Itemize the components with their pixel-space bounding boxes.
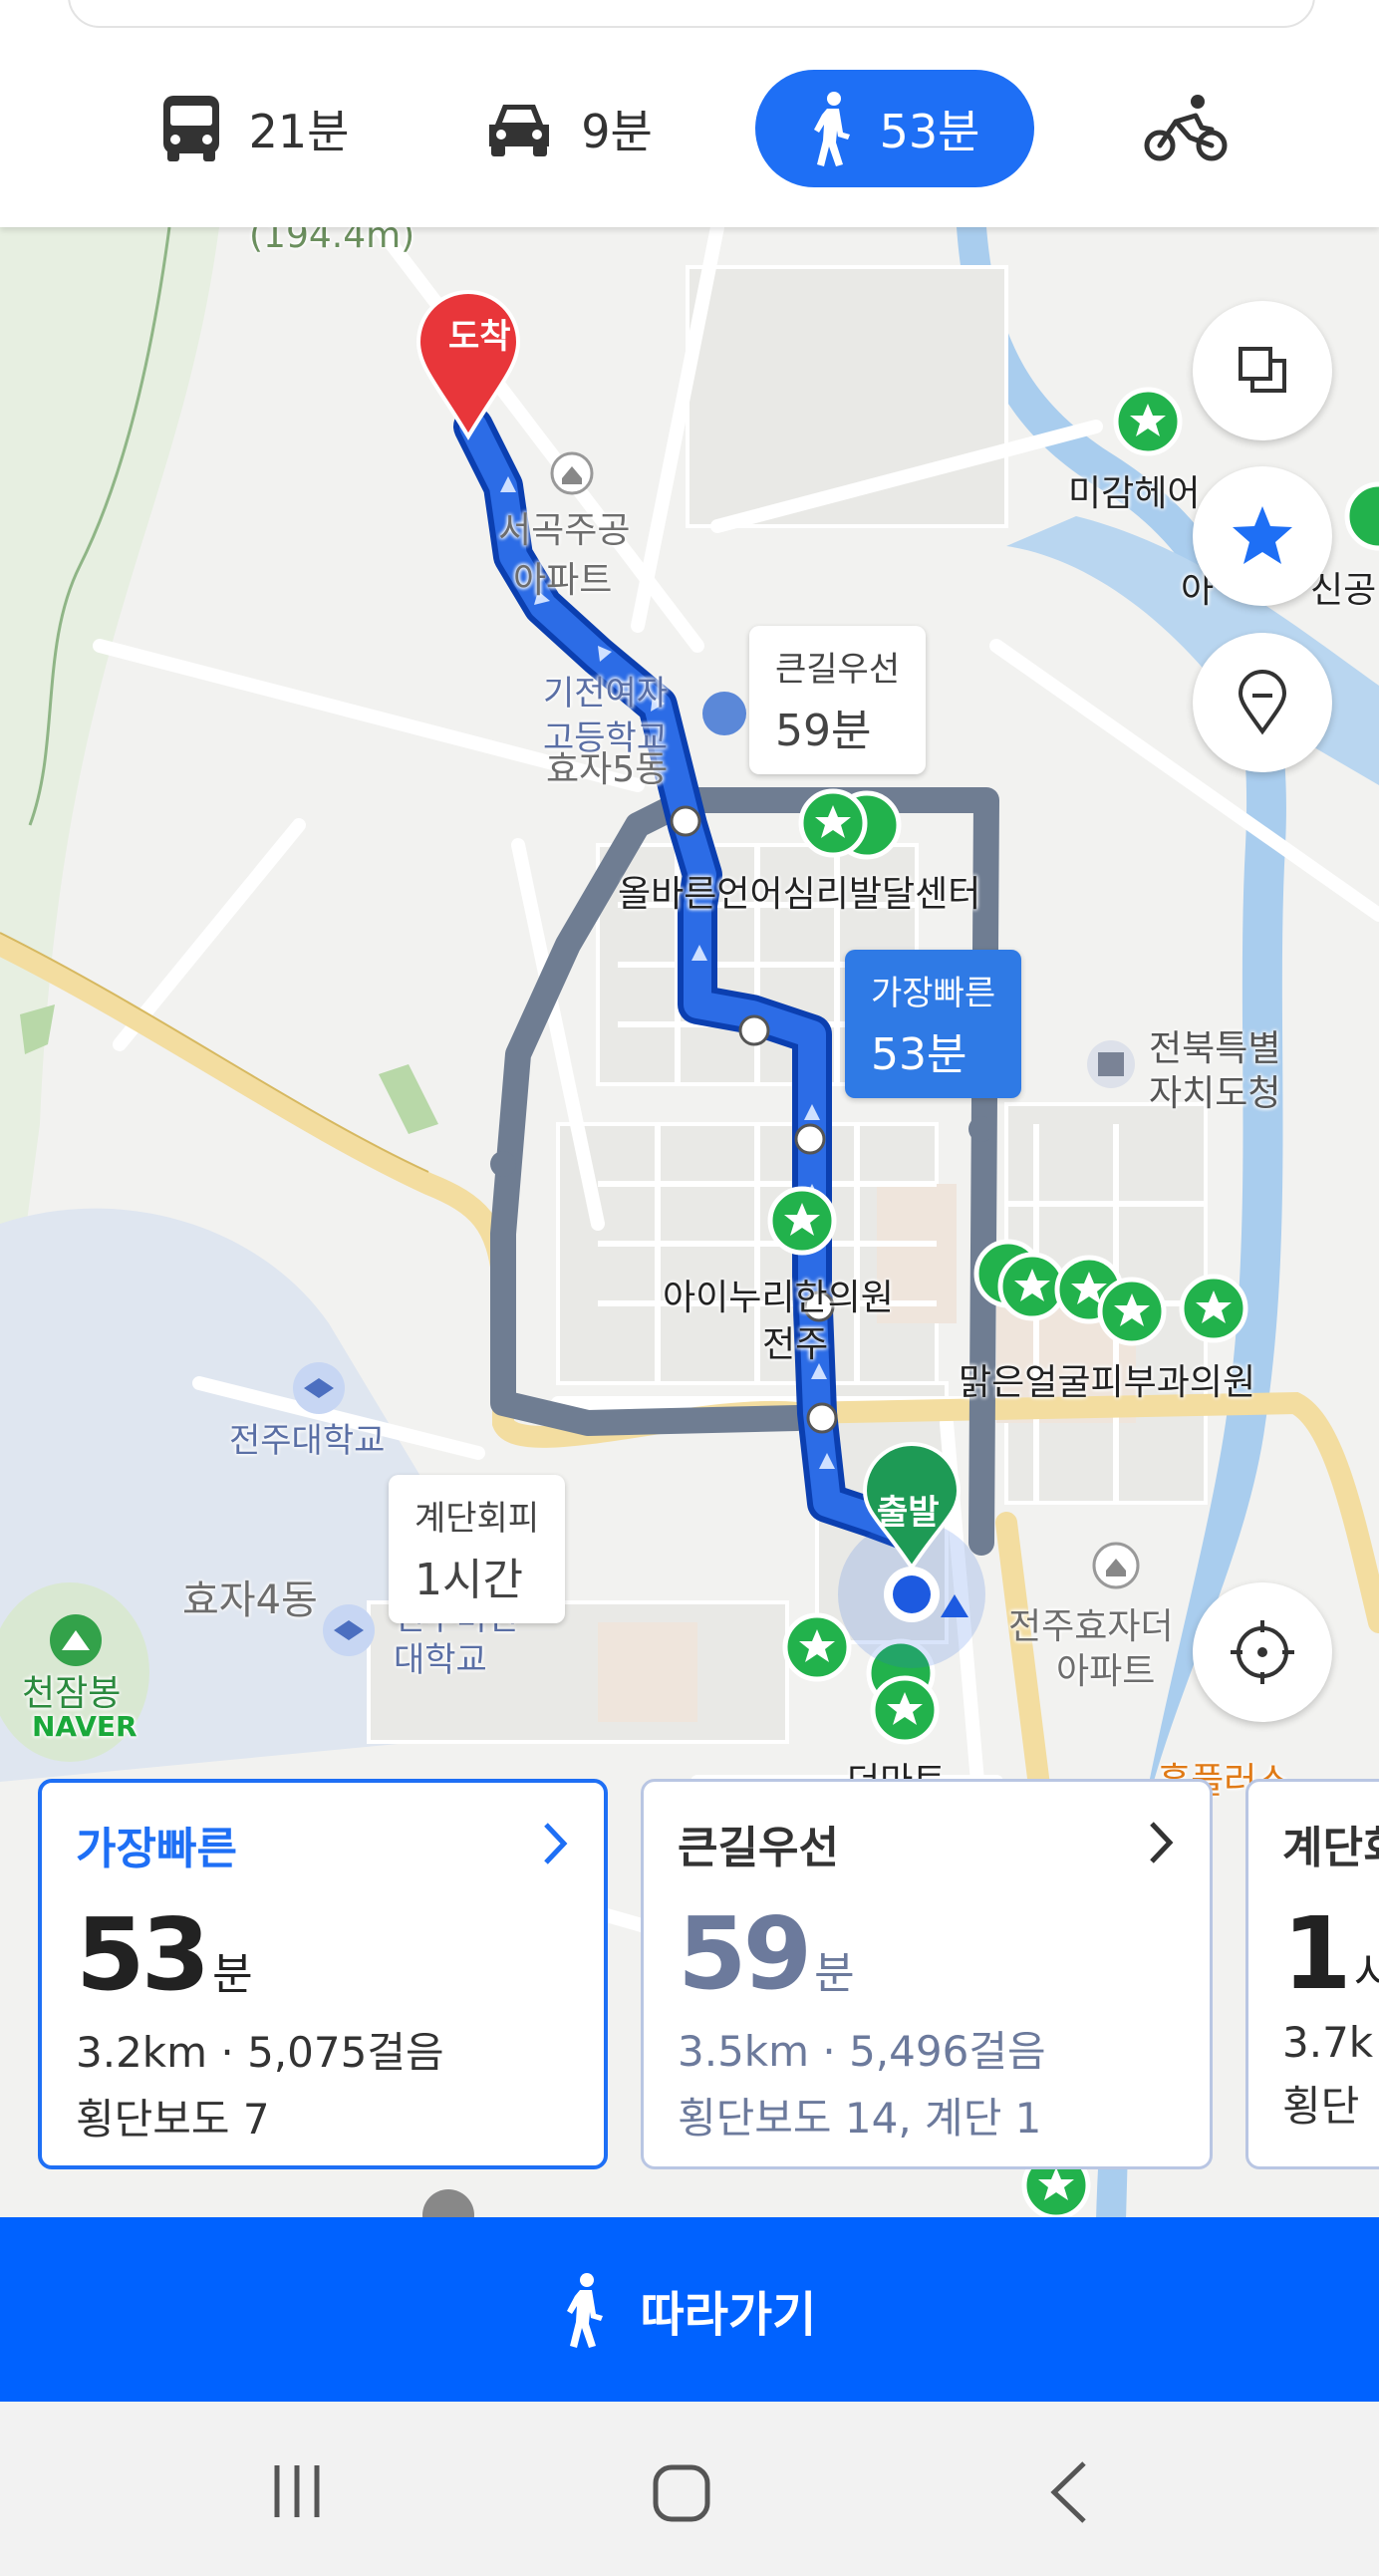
route-card-stairs-unit: 시 — [1354, 1948, 1379, 1999]
bubble-main-road-time: 59분 — [775, 706, 872, 756]
route-card-fastest-unit: 분 — [212, 1949, 253, 2000]
route-card-fastest-time: 53 — [76, 1896, 210, 2013]
place-school-label-1: 기전여자 — [543, 674, 669, 714]
route-card-fastest[interactable]: 가장빠른 53 분 3.2km · 5,075걸음 횡단보도 7 — [38, 1779, 608, 2169]
naver-logo: NAVER — [32, 1710, 138, 1743]
location-pin-button[interactable] — [1193, 633, 1332, 772]
star-icon — [1233, 506, 1292, 564]
start-pin-label: 출발 — [877, 1493, 940, 1533]
destination-pin-label: 도착 — [448, 317, 511, 357]
mode-walk-tab[interactable]: 53분 — [755, 70, 1034, 187]
chevron-right-icon — [1150, 1822, 1174, 1863]
walk-icon — [813, 92, 850, 166]
place-dong-hyoja5: 효자5동 — [546, 749, 669, 790]
route-card-main-road-time: 59 — [678, 1895, 812, 2012]
place-gov-label-2: 자치도청 — [1149, 1073, 1281, 1114]
mode-car-tab[interactable]: 9분 — [458, 70, 678, 187]
location-pin-icon — [1238, 670, 1287, 735]
mode-bus-label: 21분 — [248, 105, 350, 158]
home-icon[interactable] — [650, 2461, 713, 2525]
route-card-fastest-detail: 횡단보도 7 — [76, 2095, 270, 2144]
system-nav-bar — [0, 2402, 1379, 2576]
route-bubble-fastest[interactable]: 가장빠른 53분 — [845, 950, 1022, 1098]
route-card-stairs-label: 계단회 — [1282, 1823, 1379, 1873]
bicycle-icon — [1144, 95, 1228, 161]
walk-icon — [566, 2272, 603, 2348]
mode-bus-tab[interactable]: 21분 — [139, 70, 369, 187]
bubble-fastest-time: 53분 — [871, 1029, 967, 1080]
place-skin-clinic-label: 맑은얼굴피부과의원 — [959, 1362, 1256, 1403]
bubble-stairs-time: 1시간 — [414, 1555, 523, 1605]
bubble-fastest-title: 가장빠른 — [871, 974, 996, 1013]
route-bubble-main-road[interactable]: 큰길우선 59분 — [749, 626, 927, 774]
place-apt-label-1: 서곡주공 — [498, 510, 631, 551]
route-card-main-road[interactable]: 큰길우선 59 분 3.5km · 5,496걸음 횡단보도 14, 계단 1 — [641, 1779, 1213, 2169]
route-card-stairs-distance: 3.7k — [1282, 2018, 1374, 2067]
search-box-edge[interactable] — [68, 0, 1315, 28]
bubble-main-road-title: 큰길우선 — [775, 650, 901, 690]
bus-icon — [162, 96, 219, 161]
mode-bicycle-tab[interactable] — [1116, 70, 1255, 187]
layers-button[interactable] — [1193, 301, 1332, 440]
place-college-label-2: 대학교 — [394, 1640, 487, 1680]
place-univ-label: 전주대학교 — [229, 1421, 386, 1461]
elevation-label: (194.4m) — [249, 227, 415, 256]
back-icon[interactable] — [1046, 2459, 1090, 2525]
place-clinic-label-1: 아이누리한의원 — [663, 1278, 894, 1318]
transport-mode-bar: 21분 9분 53분 — [0, 0, 1379, 227]
route-card-stairs[interactable]: 계단회 1시 3.7k 횡단 — [1245, 1779, 1379, 2169]
route-card-stairs-time: 1 — [1282, 1895, 1352, 2012]
follow-button[interactable]: 따라가기 — [0, 2217, 1379, 2402]
route-card-fastest-label: 가장빠른 — [76, 1824, 237, 1874]
place-mountain-label: 천잠봉 — [22, 1673, 122, 1714]
route-bubble-stairs[interactable]: 계단회피 1시간 — [389, 1475, 566, 1623]
place-apt2-label-2: 아파트 — [1056, 1651, 1156, 1692]
place-clinic-label-2: 전주 — [762, 1324, 829, 1365]
my-location-button[interactable] — [1193, 1582, 1332, 1722]
route-card-main-road-distance: 3.5km · 5,496걸음 — [678, 2027, 1046, 2076]
mode-car-label: 9분 — [581, 105, 653, 158]
crosshair-icon — [1231, 1620, 1294, 1684]
mode-walk-label: 53분 — [879, 105, 980, 158]
route-card-main-road-unit: 분 — [814, 1948, 855, 1999]
favorites-button[interactable] — [1193, 466, 1332, 606]
place-center-label: 올바른언어심리발달센터 — [618, 874, 981, 915]
route-card-stairs-detail: 횡단 — [1282, 2082, 1360, 2131]
place-hair-label: 미감헤어 — [1068, 473, 1201, 514]
route-card-main-road-detail: 횡단보도 14, 계단 1 — [678, 2094, 1042, 2143]
car-icon — [489, 105, 550, 156]
route-card-main-road-label: 큰길우선 — [678, 1823, 839, 1873]
follow-button-label: 따라가기 — [640, 2286, 817, 2343]
place-apt-label-2: 아파트 — [513, 560, 613, 601]
route-card-fastest-distance: 3.2km · 5,075걸음 — [76, 2028, 444, 2077]
place-dong-hyoja4: 효자4동 — [182, 1577, 318, 1623]
bubble-stairs-title: 계단회피 — [414, 1499, 540, 1539]
chevron-right-icon — [544, 1823, 568, 1864]
recent-apps-icon[interactable] — [267, 2461, 327, 2521]
layers-icon — [1239, 347, 1286, 393]
